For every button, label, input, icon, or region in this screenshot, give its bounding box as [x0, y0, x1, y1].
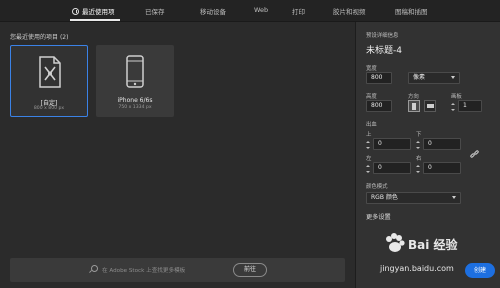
width-field[interactable]: 800	[366, 72, 392, 84]
stock-search-input[interactable]: 在 Adobe Stock 上查找更多模板	[102, 266, 185, 274]
orientation-label: 方向	[408, 94, 419, 100]
preset-size: 750 x 1334 px	[118, 105, 152, 110]
tab-art-illustration[interactable]: 图稿和插图	[395, 6, 428, 16]
tab-recent[interactable]: 最近使用项	[72, 6, 115, 16]
link-icon[interactable]	[469, 149, 480, 160]
color-mode-value: RGB 颜色	[371, 194, 398, 201]
tab-mobile[interactable]: 移动设备	[200, 6, 226, 16]
bleed-right-label: 右	[416, 156, 422, 162]
unit-value: 像素	[413, 74, 426, 81]
landscape-orientation-button[interactable]	[424, 100, 436, 112]
chevron-down-icon	[452, 196, 456, 199]
height-field[interactable]: 800	[366, 100, 392, 112]
top-tab-bar: 最近使用项 已保存 移动设备 Web 打印 胶片和视频 图稿和插图	[0, 0, 500, 22]
recent-items-area: 您最近使用的项目 (2) [自定] 800 x 800 px iPhone 6/…	[0, 22, 355, 288]
preset-section-label: 预设详细信息	[366, 33, 399, 39]
tab-recent-label: 最近使用项	[82, 8, 115, 16]
bleed-right-stepper[interactable]	[416, 164, 421, 174]
tab-film-video[interactable]: 胶片和视频	[333, 6, 366, 16]
color-mode-label: 颜色模式	[366, 184, 388, 190]
bleed-label: 出血	[366, 122, 377, 128]
tab-saved[interactable]: 已保存	[145, 6, 165, 16]
tab-web[interactable]: Web	[254, 6, 268, 14]
active-tab-indicator	[70, 19, 120, 21]
bleed-right-field[interactable]: 0	[423, 162, 461, 174]
document-title[interactable]: 未标题-4	[366, 43, 402, 56]
clock-icon	[72, 8, 79, 15]
portrait-orientation-button[interactable]	[408, 100, 420, 112]
bleed-left-field[interactable]: 0	[373, 162, 411, 174]
preset-card-iphone[interactable]: iPhone 6/6s 750 x 1334 px	[96, 45, 174, 117]
bleed-bottom-stepper[interactable]	[416, 140, 421, 150]
bleed-left-label: 左	[366, 156, 372, 162]
go-button[interactable]: 前往	[233, 263, 267, 277]
stock-search-bar: 在 Adobe Stock 上查找更多模板 前往	[10, 258, 345, 282]
width-label: 宽度	[366, 66, 377, 72]
tab-saved-label: 已保存	[145, 8, 165, 16]
preset-size: 800 x 800 px	[33, 106, 65, 111]
baidu-jingyan-watermark: Bai 经验 jingyan.baidu.com	[380, 228, 470, 282]
watermark-url: jingyan.baidu.com	[380, 264, 454, 273]
recent-section-title: 您最近使用的项目 (2)	[10, 32, 68, 41]
recent-count: (2)	[59, 34, 69, 41]
tab-print[interactable]: 打印	[292, 6, 305, 16]
phone-icon	[126, 55, 144, 88]
paw-logo-icon	[386, 233, 405, 252]
artboards-label: 画板	[451, 94, 462, 100]
color-mode-select[interactable]: RGB 颜色	[366, 192, 461, 204]
preset-name: iPhone 6/6s	[117, 97, 153, 104]
bleed-top-field[interactable]: 0	[373, 138, 411, 150]
bleed-bottom-label: 下	[416, 132, 422, 138]
portrait-icon	[412, 102, 416, 110]
tab-art-illustration-label: 图稿和插图	[395, 8, 428, 16]
bleed-left-stepper[interactable]	[366, 164, 371, 174]
tab-mobile-label: 移动设备	[200, 8, 226, 16]
recent-title: 您最近使用的项目	[10, 34, 59, 41]
create-button[interactable]: 创建	[465, 263, 495, 278]
document-icon	[39, 56, 61, 88]
bleed-top-stepper[interactable]	[366, 140, 371, 150]
search-icon	[91, 265, 98, 272]
unit-select[interactable]: 像素	[408, 72, 460, 84]
bleed-top-label: 上	[366, 132, 372, 138]
artboards-field[interactable]: 1	[458, 100, 482, 112]
height-label: 高度	[366, 94, 377, 100]
preset-card-custom[interactable]: [自定] 800 x 800 px	[10, 45, 88, 117]
more-settings-link[interactable]: 更多设置	[366, 212, 391, 221]
artboards-stepper[interactable]	[451, 102, 456, 112]
watermark-brand: Bai 经验	[408, 238, 458, 252]
tab-film-video-label: 胶片和视频	[333, 8, 366, 16]
tab-web-label: Web	[254, 6, 269, 14]
bleed-bottom-field[interactable]: 0	[423, 138, 461, 150]
tab-print-label: 打印	[292, 8, 305, 16]
chevron-down-icon	[451, 76, 455, 79]
landscape-icon	[426, 104, 434, 108]
